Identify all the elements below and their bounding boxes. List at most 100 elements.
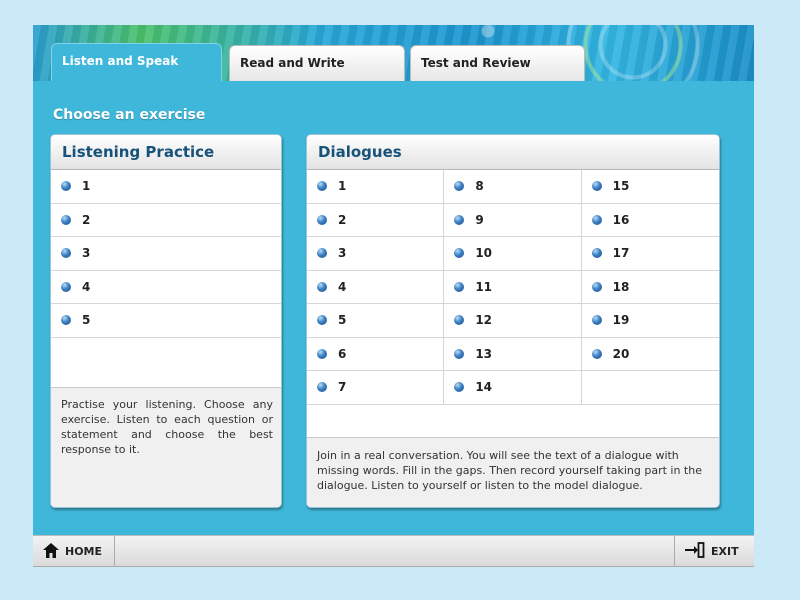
item-label: 4 xyxy=(82,279,91,294)
blue-dot-icon xyxy=(591,214,602,225)
list-item[interactable]: 3 xyxy=(51,237,281,271)
list-item[interactable]: 15 xyxy=(581,170,719,204)
item-label: 5 xyxy=(82,313,91,328)
house-icon xyxy=(43,542,59,561)
dialogue-column: 1 2 3 4 5 6 7 xyxy=(307,170,445,405)
list-item[interactable]: 4 xyxy=(51,271,281,304)
item-label: 1 xyxy=(338,179,347,194)
item-label: 16 xyxy=(612,212,630,227)
listening-list: 1 2 3 4 5 xyxy=(51,170,281,338)
list-item[interactable]: 1 xyxy=(51,170,281,204)
app-window: Listen and Speak Read and Write Test and… xyxy=(33,25,754,567)
blue-dot-icon xyxy=(454,281,465,292)
footer-bar: HOME EXIT xyxy=(33,535,754,567)
item-label: 2 xyxy=(338,212,347,227)
item-label: 3 xyxy=(338,246,347,261)
list-item[interactable]: 17 xyxy=(581,237,719,271)
panel-title: Dialogues xyxy=(307,135,719,170)
item-label: 9 xyxy=(475,212,484,227)
item-label: 18 xyxy=(612,279,630,294)
blue-dot-icon xyxy=(317,181,327,192)
dialogues-panel: Dialogues 1 2 3 4 5 6 7 8 9 10 11 12 13 14 15 16 17 18 19 2… xyxy=(306,134,720,508)
list-item[interactable]: 13 xyxy=(444,338,581,371)
item-label: 19 xyxy=(612,313,630,328)
list-item[interactable]: 5 xyxy=(51,304,281,338)
empty-cell xyxy=(581,371,719,405)
item-label: 10 xyxy=(475,246,493,261)
tab-label: Test and Review xyxy=(421,56,531,70)
item-label: 11 xyxy=(475,279,493,294)
blue-dot-icon xyxy=(591,315,602,326)
list-item[interactable]: 5 xyxy=(307,304,444,338)
list-item[interactable]: 4 xyxy=(307,271,444,304)
blue-dot-icon xyxy=(61,181,71,192)
list-item[interactable]: 10 xyxy=(444,237,581,271)
list-item[interactable]: 2 xyxy=(51,204,281,237)
blue-dot-icon xyxy=(591,348,602,359)
blue-dot-icon xyxy=(317,315,327,326)
tab-listen-and-speak[interactable]: Listen and Speak xyxy=(51,43,222,83)
panel-description: Practise your listening. Choose any exer… xyxy=(51,387,281,507)
blue-dot-icon xyxy=(454,248,465,259)
tab-read-and-write[interactable]: Read and Write xyxy=(229,45,405,81)
list-item[interactable]: 20 xyxy=(581,338,719,371)
item-label: 14 xyxy=(475,380,493,395)
item-label: 2 xyxy=(82,212,91,227)
exit-button[interactable]: EXIT xyxy=(674,536,754,567)
blue-dot-icon xyxy=(591,248,602,259)
tab-label: Read and Write xyxy=(240,56,345,70)
panel-description: Join in a real conversation. You will se… xyxy=(307,437,719,507)
item-label: 1 xyxy=(82,179,91,194)
item-label: 20 xyxy=(612,346,630,361)
list-item[interactable]: 3 xyxy=(307,237,444,271)
item-label: 12 xyxy=(475,313,493,328)
blue-dot-icon xyxy=(591,281,602,292)
list-item[interactable]: 9 xyxy=(444,204,581,237)
listening-practice-panel: Listening Practice 1 2 3 4 5 Practise your l… xyxy=(50,134,282,508)
panel-title: Listening Practice xyxy=(51,135,281,170)
item-label: 3 xyxy=(82,246,91,261)
blue-dot-icon xyxy=(61,248,71,259)
list-item[interactable]: 6 xyxy=(307,338,444,371)
list-item[interactable]: 14 xyxy=(444,371,581,405)
dialogue-column: 15 16 17 18 19 20 xyxy=(581,170,719,405)
list-item[interactable]: 1 xyxy=(307,170,444,204)
exit-label: EXIT xyxy=(711,545,739,558)
home-label: HOME xyxy=(65,545,103,558)
item-label: 8 xyxy=(475,179,484,194)
empty-row xyxy=(307,405,719,438)
blue-dot-icon xyxy=(317,281,327,292)
tab-label: Listen and Speak xyxy=(62,54,179,68)
list-item[interactable]: 12 xyxy=(444,304,581,338)
item-label: 17 xyxy=(612,246,630,261)
list-item[interactable]: 19 xyxy=(581,304,719,338)
main-area: Choose an exercise Listening Practice 12… xyxy=(33,81,754,535)
item-label: 6 xyxy=(338,346,347,361)
blue-dot-icon xyxy=(591,181,602,192)
empty-row xyxy=(51,338,281,388)
item-label: 15 xyxy=(612,179,630,194)
item-label: 5 xyxy=(338,313,347,328)
blue-dot-icon xyxy=(454,382,465,393)
list-item[interactable]: 2 xyxy=(307,204,444,237)
blue-dot-icon xyxy=(454,315,465,326)
blue-dot-icon xyxy=(454,214,465,225)
blue-dot-icon xyxy=(317,214,327,225)
list-item[interactable]: 11 xyxy=(444,271,581,304)
item-label: 13 xyxy=(475,346,493,361)
list-item[interactable]: 18 xyxy=(581,271,719,304)
list-item[interactable]: 16 xyxy=(581,204,719,237)
list-item[interactable]: 8 xyxy=(444,170,581,204)
item-label: 7 xyxy=(338,380,347,395)
blue-dot-icon xyxy=(61,281,71,292)
list-item[interactable]: 7 xyxy=(307,371,444,405)
blue-dot-icon xyxy=(454,181,465,192)
blue-dot-icon xyxy=(317,382,327,393)
blue-dot-icon xyxy=(317,248,327,259)
blue-dot-icon xyxy=(61,315,71,326)
home-button[interactable]: HOME xyxy=(33,536,115,567)
blue-dot-icon xyxy=(454,348,465,359)
dialogue-column: 8 9 10 11 12 13 14 xyxy=(444,170,582,405)
blue-dot-icon xyxy=(61,214,71,225)
tab-test-and-review[interactable]: Test and Review xyxy=(410,45,585,81)
